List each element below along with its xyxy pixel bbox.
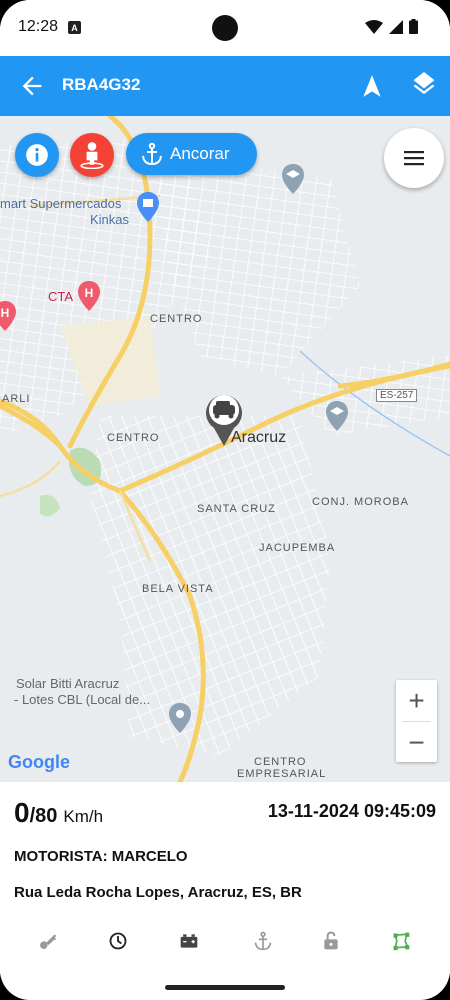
map-label-centro-empresarial-1: CENTRO [254, 756, 307, 768]
battery-icon [180, 934, 198, 948]
signal-icon [389, 19, 403, 34]
highway-shield: ES-257 [376, 389, 418, 402]
navigation-icon[interactable] [359, 72, 385, 100]
phone-screen: 12:28 A RBA4G32 mart Supermercados Kinka… [0, 0, 450, 1000]
speed-limit: /80 [29, 805, 58, 827]
shopping-pin-icon[interactable] [137, 192, 159, 222]
map-label-centro-empresarial-2: EMPRESARIAL [237, 768, 327, 780]
svg-text:H: H [1, 306, 10, 320]
notification-icon: A [68, 21, 81, 34]
app-bar: RBA4G32 [0, 56, 450, 116]
map-label-bela-vista: BELA VISTA [142, 583, 214, 595]
back-arrow-icon[interactable] [18, 72, 46, 100]
geofence-status[interactable] [390, 930, 412, 952]
vehicle-marker-icon[interactable] [204, 390, 244, 446]
battery-status[interactable] [178, 930, 200, 952]
driver-button[interactable] [70, 133, 114, 177]
zoom-controls: + − [396, 680, 437, 762]
map-label-arli: ARLI [2, 393, 31, 405]
clock-icon [109, 932, 127, 950]
zoom-out-button[interactable]: − [396, 722, 437, 763]
geofence-icon [393, 932, 410, 951]
driver-name: MOTORISTA: MARCELO [14, 848, 188, 865]
map-label-solar-2: - Lotes CBL (Local de... [14, 692, 151, 707]
lock-open-icon [324, 931, 338, 950]
map-view[interactable]: elanda mart Supermercados Kinkas CTA CEN… [0, 116, 450, 782]
speed-value: 0 [14, 797, 30, 828]
home-indicator[interactable] [165, 985, 285, 990]
vehicle-address: Rua Leda Rocha Lopes, Aracruz, ES, BR [14, 884, 302, 901]
last-update-datetime: 13-11-2024 09:45:09 [267, 801, 436, 821]
ignition-status[interactable] [37, 930, 59, 952]
map-label-supermarket-2: Kinkas [90, 212, 130, 227]
key-icon [40, 934, 57, 949]
school-pin-icon-east[interactable] [326, 401, 348, 431]
person-pin-icon [80, 142, 104, 169]
anchor-button-label: Ancorar [170, 144, 230, 163]
anchor-status-icon [254, 931, 272, 951]
google-attribution: Google [8, 752, 70, 773]
hospital-pin-icon-left[interactable]: H [0, 301, 16, 331]
speed-readout: 0 /80 Km/h [14, 797, 103, 829]
wifi-icon [365, 19, 383, 34]
map-label-centro-top: CENTRO [150, 313, 203, 325]
layers-icon[interactable] [410, 72, 438, 100]
status-icon-row [0, 930, 450, 954]
map-label-centro-mid: CENTRO [107, 432, 160, 444]
hospital-pin-icon[interactable]: H [78, 281, 100, 311]
hamburger-menu-icon [404, 151, 424, 166]
info-button[interactable] [15, 133, 59, 177]
status-time: 12:28 [18, 18, 59, 35]
place-pin-icon[interactable] [169, 703, 191, 733]
battery-status-icon [409, 19, 418, 34]
map-label-supermarket: mart Supermercados [0, 196, 122, 211]
info-icon [26, 144, 48, 166]
map-label-cta: CTA [48, 289, 74, 304]
vehicle-plate-title: RBA4G32 [62, 75, 141, 94]
camera-cutout [212, 15, 238, 41]
anchor-button[interactable]: Ancorar [126, 133, 257, 175]
anchor-icon [142, 142, 162, 166]
map-label-conj-moroba: CONJ. MOROBA [312, 496, 409, 508]
map-label-solar: Solar Bitti Aracruz [16, 676, 120, 691]
school-pin-icon[interactable] [282, 164, 304, 194]
menu-button[interactable] [384, 128, 444, 188]
google-logo: Google [8, 752, 70, 772]
status-bar: 12:28 A [0, 0, 450, 56]
vehicle-info-panel: 0 /80 Km/h 13-11-2024 09:45:09 MOTORISTA… [0, 782, 450, 977]
map-label-santa-cruz: SANTA CRUZ [197, 503, 276, 515]
status-icons [365, 19, 418, 34]
zoom-in-button[interactable]: + [396, 680, 437, 721]
svg-text:H: H [85, 286, 94, 300]
anchor-status[interactable] [252, 930, 274, 952]
map-label-jacupemba: JACUPEMBA [259, 542, 336, 554]
lock-status[interactable] [320, 930, 342, 952]
history-status[interactable] [107, 930, 129, 952]
speed-unit: Km/h [63, 807, 104, 826]
